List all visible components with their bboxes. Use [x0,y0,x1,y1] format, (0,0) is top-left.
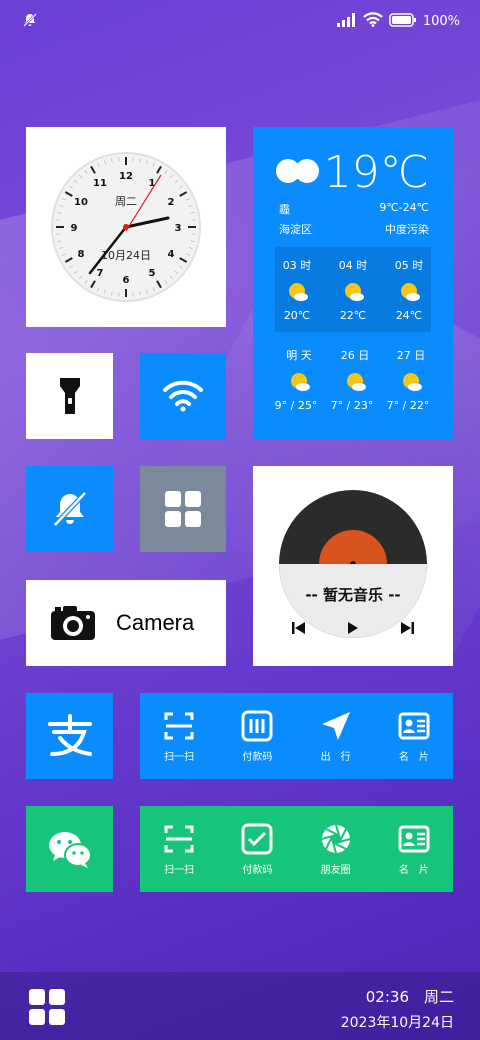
wifi-icon [163,380,203,412]
grid-icon [165,491,201,527]
weather-condition: 霾 [279,203,290,216]
partly-cloudy-icon [289,283,308,301]
clock-number: 7 [97,268,104,279]
partly-cloudy-icon [401,283,420,301]
alipay-pay-code-button[interactable]: 付款码 [227,710,287,763]
camera-shortcut[interactable]: Camera [26,580,226,666]
contact-card-icon [398,825,430,852]
signal-icon [336,12,357,31]
clock-number: 11 [93,178,107,189]
analog-clock: 121234567891011 周二 10月24日 [51,152,201,302]
alipay-scan-button[interactable]: 扫一扫 [149,710,209,763]
wechat-card-button[interactable]: 名 片 [384,823,444,876]
wechat-pay-code-button[interactable]: 付款码 [227,823,287,876]
daily-forecast-item: 26 日 7° / 23° [330,349,374,412]
contact-card-icon [398,712,430,739]
clock-number: 3 [175,223,182,234]
alipay-icon [47,714,92,756]
clock-weekday: 周二 [115,195,137,208]
bottom-dock: 02:36 周二 2023年10月24日 [0,972,480,1040]
wechat-moments-button[interactable]: 朋友圈 [306,823,366,876]
cloud-icon [275,157,321,189]
flashlight-toggle[interactable] [26,353,113,439]
hourly-forecast-item: 03 时 20℃ [282,259,312,322]
alipay-card-button[interactable]: 名 片 [384,710,444,763]
barcode-icon [241,710,273,741]
clock-number: 9 [71,223,78,234]
battery-icon [389,12,417,31]
play-icon[interactable] [346,621,360,635]
music-widget[interactable]: -- 暂无音乐 -- [253,466,453,666]
wechat-app[interactable] [26,806,113,892]
partly-cloudy-icon [347,373,366,391]
district: 海淀区 [279,223,312,236]
flashlight-icon [59,378,80,414]
dock-time: 02:36 周二 [365,988,454,1006]
status-bar: 100% [0,0,480,40]
pay-check-icon [241,823,273,854]
previous-track-icon[interactable] [291,621,307,635]
apps-button[interactable] [140,466,226,552]
alipay-quick-actions: 扫一扫 付款码 出 行 名 片 [140,693,453,779]
camera-label: Camera [116,610,195,635]
wifi-toggle[interactable] [140,353,226,439]
clock-number: 2 [168,197,175,208]
partly-cloudy-icon [403,373,422,391]
wifi-status-icon [363,12,383,31]
temperature-range: 9℃-24℃ [379,201,429,214]
dock-date: 2023年10月24日 [340,1015,454,1031]
moments-aperture-icon [321,824,350,853]
battery-level: 100% [422,14,460,29]
silent-mode-toggle[interactable] [26,466,113,552]
air-quality: 中度污染 [385,223,429,236]
wechat-icon [48,832,92,868]
alipay-travel-button[interactable]: 出 行 [306,710,366,763]
hourly-forecast-item: 04 时 22℃ [338,259,368,322]
clock-number: 4 [168,249,175,260]
daily-forecast-item: 27 日 7° / 22° [386,349,430,412]
weather-widget[interactable]: 19℃ 霾 9℃-24℃ 海淀区 中度污染 03 时 20℃ 04 时 22℃ … [253,127,453,439]
partly-cloudy-icon [291,373,310,391]
navigation-arrow-icon [321,711,350,740]
wechat-scan-button[interactable]: 扫一扫 [149,823,209,876]
grid-icon [29,989,65,1025]
wechat-quick-actions: 扫一扫 付款码 朋友圈 名 片 [140,806,453,892]
scan-icon [164,712,194,739]
scan-icon [164,825,194,852]
clock-number: 5 [149,268,156,279]
clock-number: 12 [119,171,133,182]
bell-off-icon [52,491,87,527]
partly-cloudy-icon [345,283,364,301]
silent-mode-icon [22,12,38,32]
daily-forecast-item: 明 天 9° / 25° [274,349,318,412]
current-temperature: 19℃ [323,147,429,198]
alipay-app[interactable] [26,693,113,779]
clock-number: 8 [77,249,84,260]
clock-number: 6 [123,275,130,286]
music-status: -- 暂无音乐 -- [305,586,401,604]
next-track-icon[interactable] [399,621,415,635]
app-drawer-button[interactable] [28,988,66,1030]
hourly-forecast-item: 05 时 24℃ [394,259,424,322]
clock-widget[interactable]: 12 1 2 3 4 5 6 7 8 9 10 11 周二 10月24日 [26,127,226,327]
clock-number: 10 [74,197,88,208]
clock-center [123,224,129,230]
camera-icon [51,606,95,640]
clock-number: 1 [149,178,156,189]
